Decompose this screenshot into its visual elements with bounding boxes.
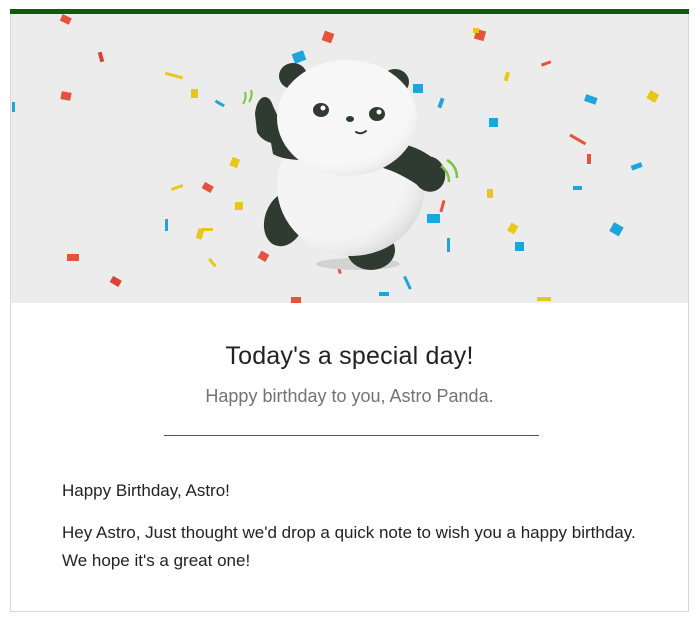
panda-celebration-illustration [12,14,660,303]
message-greeting: Happy Birthday, Astro! [62,481,230,500]
message-body: Hey Astro, Just thought we'd drop a quic… [62,523,636,570]
birthday-card: Today's a special day! Happy birthday to… [10,9,689,612]
panda-illustration [242,60,459,270]
card-subtitle: Happy birthday to you, Astro Panda. [205,386,494,406]
card-title: Today's a special day! [225,342,474,370]
divider [164,435,539,436]
hero-banner [11,14,688,303]
